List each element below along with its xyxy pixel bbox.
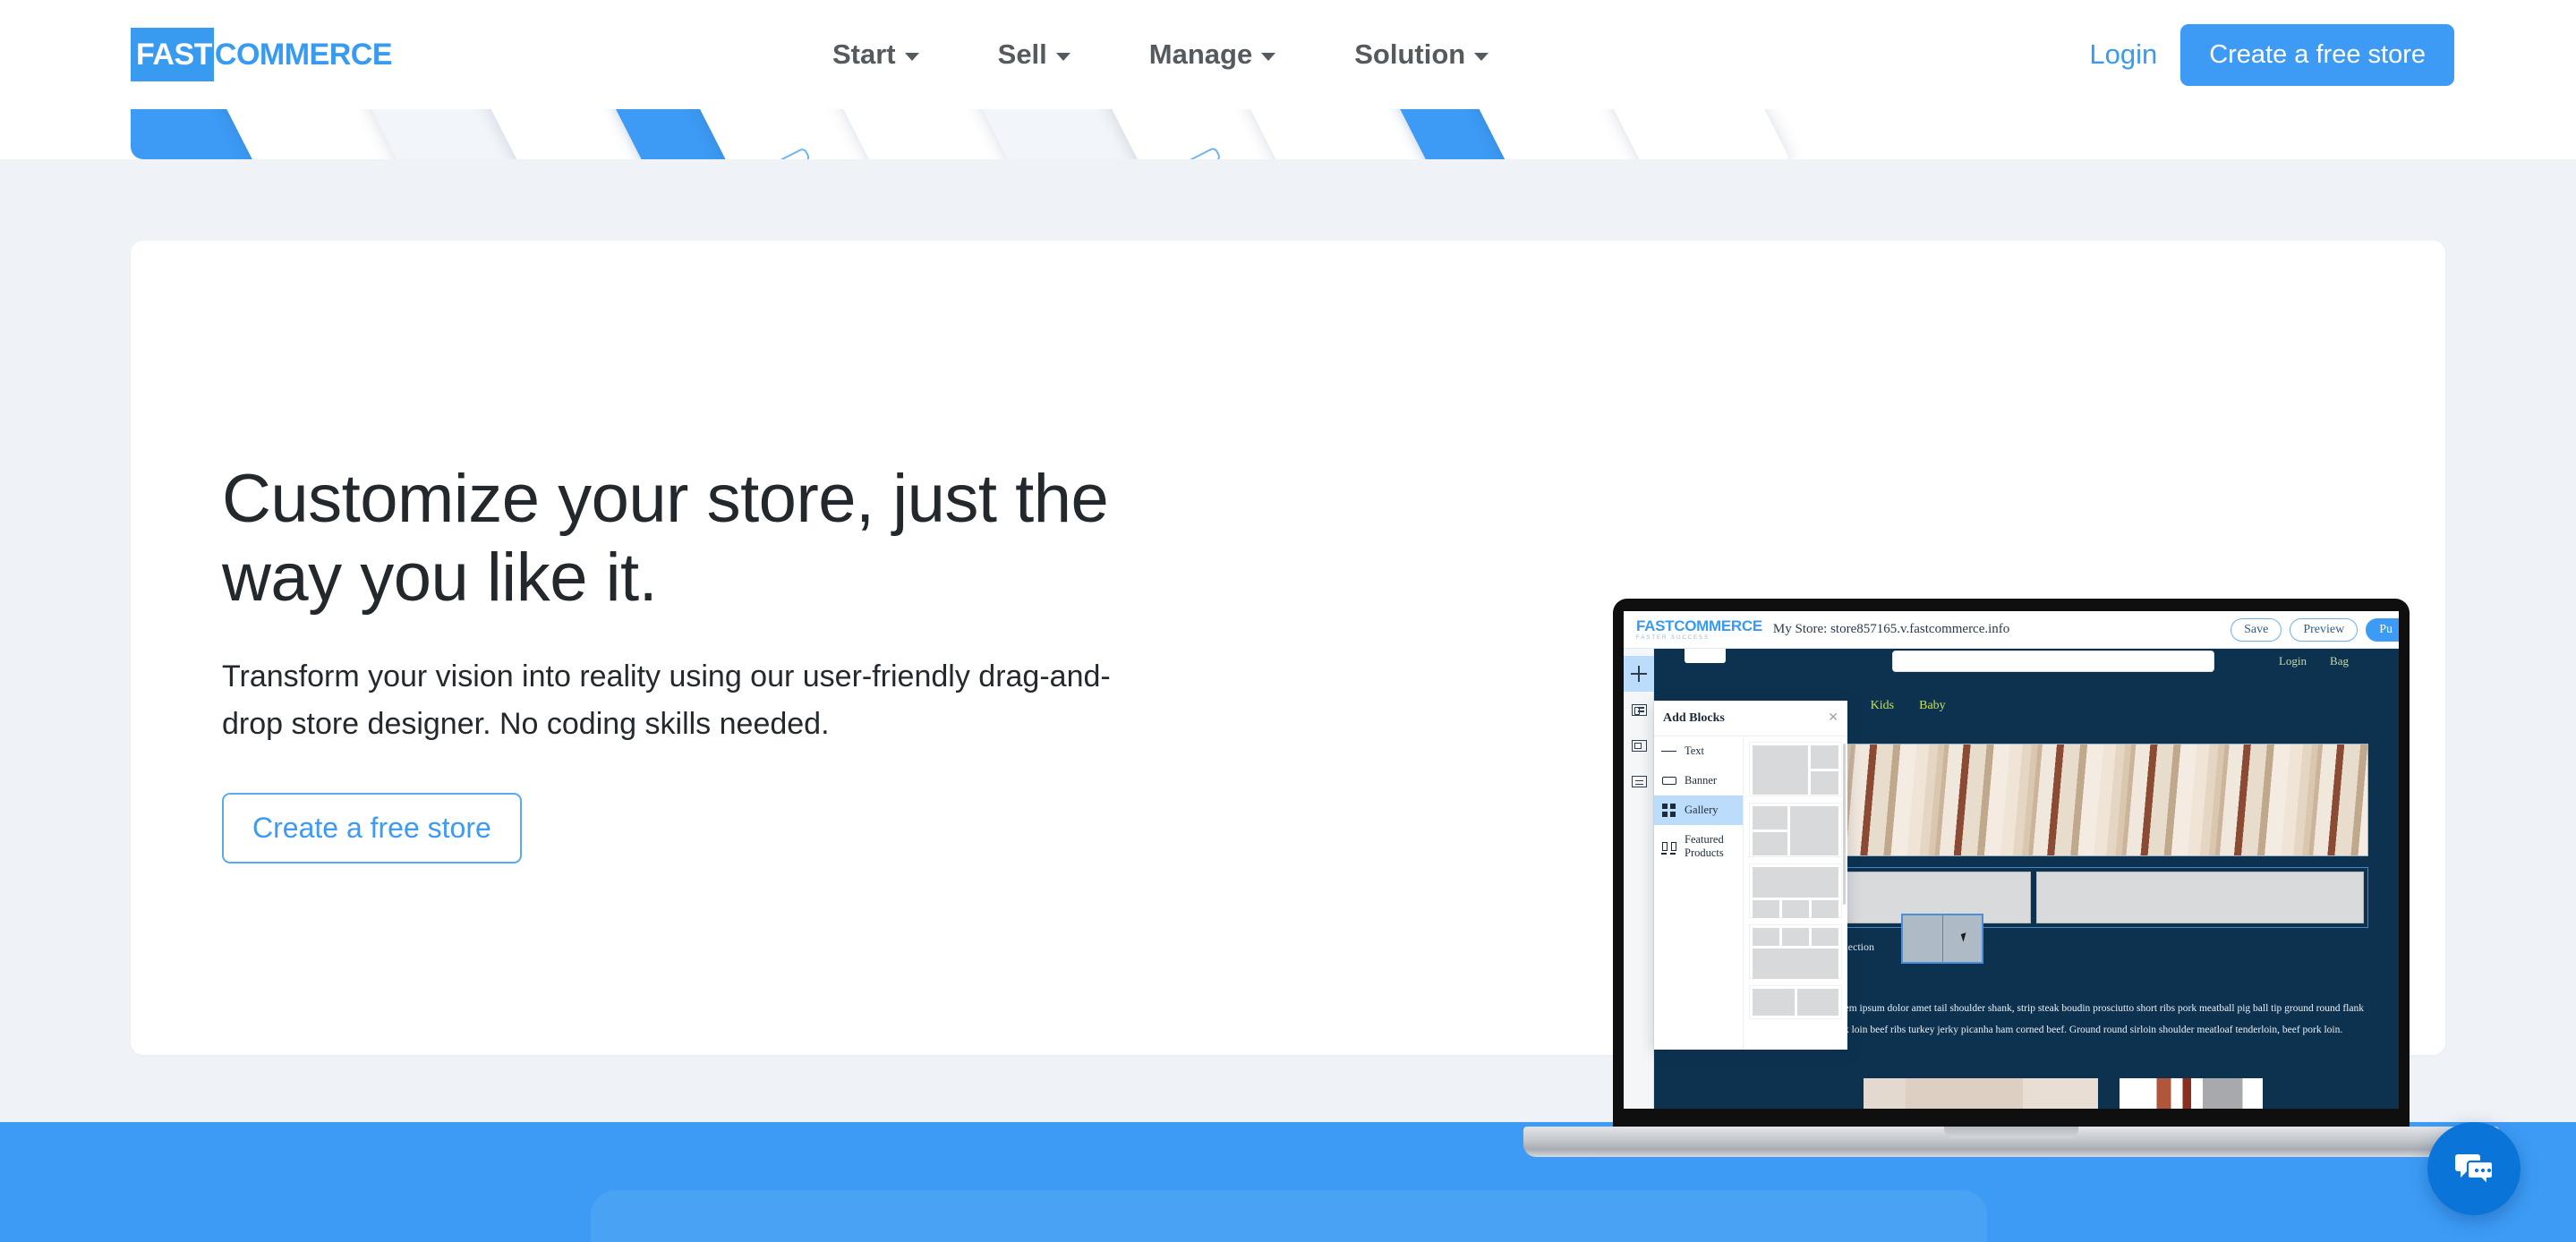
featured-products-icon	[1660, 842, 1676, 855]
laptop-mockup: FASTCOMMERCE FASTER SUCCESS My Store: st…	[1523, 599, 2499, 1171]
store-search-input[interactable]	[1892, 651, 2214, 672]
banner-block-icon	[1661, 777, 1676, 785]
tilt-card-button	[1165, 145, 1223, 159]
builder-logo-text: FASTCOMMERCE	[1636, 617, 1762, 634]
panel-scrollbar[interactable]	[1843, 744, 1846, 905]
builder-preview-button[interactable]: Preview	[2290, 617, 2358, 642]
store-block[interactable]	[2036, 872, 2364, 923]
add-block-item-label: Text	[1685, 744, 1705, 757]
rail-item-add-block[interactable]	[1624, 656, 1654, 692]
builder-logo: FASTCOMMERCE FASTER SUCCESS	[1636, 618, 1762, 641]
add-blocks-layout-thumbnails	[1744, 736, 1847, 1050]
builder-topbar: FASTCOMMERCE FASTER SUCCESS My Store: st…	[1624, 611, 2399, 649]
add-blocks-list: Text Banner Gallery Featured Products	[1654, 736, 1744, 1050]
logo-word: COMMERCE	[214, 38, 393, 72]
store-nav-baby[interactable]: Baby	[1919, 699, 1946, 716]
layout-thumbnail[interactable]	[1749, 924, 1842, 979]
rail-item-pages[interactable]	[1624, 763, 1654, 799]
layout-thumbnail[interactable]	[1749, 803, 1842, 857]
header-actions: Login Create a free store	[2089, 0, 2454, 109]
builder-icon-rail	[1624, 649, 1654, 1109]
nav-item-label: Sell	[997, 38, 1047, 70]
add-block-item-label: Gallery	[1685, 804, 1719, 816]
add-blocks-header: Add Blocks ✕	[1654, 701, 1847, 736]
hero-subtitle: Transform your vision into reality using…	[222, 659, 1111, 741]
chat-bubbles-icon	[2455, 1154, 2495, 1187]
layout-thumbnail[interactable]	[1749, 742, 1842, 796]
chevron-down-icon	[1474, 53, 1489, 61]
store-bag-link[interactable]: Bag	[2330, 654, 2349, 668]
add-blocks-title: Add Blocks	[1663, 710, 1725, 725]
store-nav-kids[interactable]: Kids	[1871, 699, 1894, 716]
product-thumbnail[interactable]	[1864, 1078, 2098, 1109]
scrolled-banner-strip	[0, 109, 2576, 159]
chat-widget-button[interactable]	[2427, 1122, 2521, 1215]
product-thumbnail[interactable]	[2120, 1078, 2263, 1109]
add-blocks-panel: Add Blocks ✕ Text Banner Gallery Feature…	[1654, 701, 1847, 1050]
add-block-item-label: Banner	[1685, 774, 1718, 787]
nav-item-label: Start	[832, 38, 896, 70]
nav-item-solution[interactable]: Solution	[1354, 38, 1489, 71]
layout-thumbnail[interactable]	[1749, 863, 1842, 918]
builder-actions: Save Preview Pu	[2231, 617, 2399, 642]
add-block-item-featured-products[interactable]: Featured Products	[1654, 825, 1743, 868]
close-icon[interactable]: ✕	[1828, 710, 1838, 726]
hero-text-column: Customize your store, just the way you l…	[222, 460, 1189, 863]
layout-thumbnail[interactable]	[1749, 985, 1842, 1019]
chevron-down-icon	[1261, 53, 1276, 61]
bottom-section-panel	[591, 1190, 1987, 1242]
header-icon	[1631, 703, 1647, 716]
nav-item-label: Manage	[1148, 38, 1253, 70]
store-body-line-2: Pork loin beef ribs turkey jerky picanha…	[1830, 1025, 2343, 1036]
store-selected-block[interactable]	[1901, 914, 1983, 964]
laptop-screen-bezel: FASTCOMMERCE FASTER SUCCESS My Store: st…	[1613, 599, 2410, 1132]
site-header: FAST COMMERCE Start Sell Manage Solution …	[0, 0, 2576, 109]
create-free-store-button-header[interactable]: Create a free store	[2180, 23, 2454, 86]
main-navigation: Start Sell Manage Solution	[832, 0, 1489, 109]
logo-mark: FAST	[131, 28, 214, 81]
login-link[interactable]: Login	[2089, 38, 2157, 71]
builder-store-url: My Store: store857165.v.fastcommerce.inf…	[1772, 622, 2010, 636]
add-blocks-body: Text Banner Gallery Featured Products	[1654, 736, 1847, 1050]
builder-save-button[interactable]: Save	[2231, 617, 2282, 642]
rail-item-footer[interactable]	[1624, 727, 1654, 763]
builder-publish-button[interactable]: Pu	[2366, 617, 2399, 642]
add-block-icon	[1631, 666, 1647, 682]
laptop-screen: FASTCOMMERCE FASTER SUCCESS My Store: st…	[1624, 611, 2399, 1109]
tilt-card-button	[755, 146, 812, 159]
chevron-down-icon	[1055, 53, 1070, 61]
add-block-item-label: Featured Products	[1685, 833, 1724, 859]
nav-item-manage[interactable]: Manage	[1148, 38, 1276, 71]
nav-item-label: Solution	[1354, 38, 1466, 70]
chevron-down-icon	[904, 53, 919, 61]
add-block-item-text[interactable]: Text	[1654, 736, 1743, 766]
store-body-line-1: Lorem ipsum dolor amet tail shoulder sha…	[1830, 1003, 2364, 1014]
nav-item-sell[interactable]: Sell	[998, 38, 1070, 71]
store-logo-chip	[1685, 649, 1726, 663]
nav-item-start[interactable]: Start	[832, 38, 919, 71]
create-free-store-button-hero[interactable]: Create a free store	[222, 792, 522, 863]
laptop-notch	[1944, 1127, 2078, 1138]
hero-card: Customize your store, just the way you l…	[131, 241, 2499, 1157]
store-product-thumbnails	[1864, 1078, 2263, 1109]
add-block-item-banner[interactable]: Banner	[1654, 766, 1743, 795]
store-hero-banner-image[interactable]	[1822, 744, 2368, 856]
builder-logo-tagline: FASTER SUCCESS	[1636, 635, 1710, 641]
rail-item-header[interactable]	[1624, 692, 1654, 727]
banner-graphic-row	[131, 109, 2445, 159]
page-list-icon	[1631, 775, 1647, 787]
footer-icon	[1631, 739, 1647, 752]
store-account-links: Login Bag	[2279, 654, 2349, 668]
text-block-icon	[1661, 748, 1676, 753]
store-login-link[interactable]: Login	[2279, 654, 2307, 668]
store-body-text: Lorem ipsum dolor amet tail shoulder sha…	[1830, 998, 2368, 1041]
site-logo[interactable]: FAST COMMERCE	[131, 28, 393, 81]
gallery-block-icon	[1661, 804, 1676, 817]
hero-title: Customize your store, just the way you l…	[222, 461, 1109, 617]
add-block-item-gallery[interactable]: Gallery	[1654, 795, 1743, 825]
